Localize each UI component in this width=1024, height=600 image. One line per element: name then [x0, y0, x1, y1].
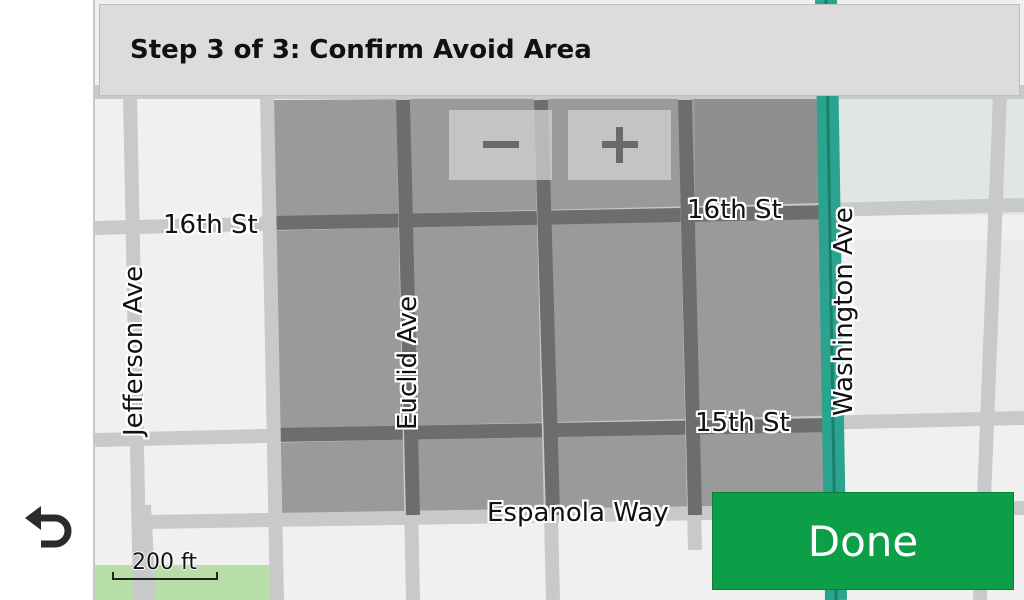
- back-button[interactable]: [14, 494, 84, 558]
- back-arrow-icon: [25, 506, 72, 548]
- step-header: Step 3 of 3: Confirm Avoid Area: [99, 4, 1020, 96]
- plus-icon: [601, 127, 638, 163]
- street-label-espanola-way: Espanola Way: [487, 498, 669, 528]
- page-title: Step 3 of 3: Confirm Avoid Area: [130, 35, 592, 65]
- zoom-out-button[interactable]: [449, 110, 552, 180]
- scale-bar: [112, 572, 218, 580]
- zoom-in-button[interactable]: [568, 110, 671, 180]
- map-scale: 200 ft: [112, 548, 218, 582]
- street-label-euclid-ave: Euclid Ave: [393, 295, 423, 430]
- scale-label: 200 ft: [132, 550, 197, 575]
- street-label-jefferson-ave: Jefferson Ave: [119, 265, 149, 436]
- street-label-16th-st-right: 16th St: [687, 195, 782, 225]
- street-label-16th-st-left: 16th St: [163, 210, 258, 240]
- done-button[interactable]: Done: [712, 492, 1014, 590]
- done-button-label: Done: [807, 516, 919, 566]
- minus-icon: [482, 141, 519, 148]
- street-label-15th-st: 15th St: [695, 408, 790, 438]
- street-label-washington-ave: Washington Ave: [829, 207, 859, 416]
- left-rail: [0, 0, 94, 600]
